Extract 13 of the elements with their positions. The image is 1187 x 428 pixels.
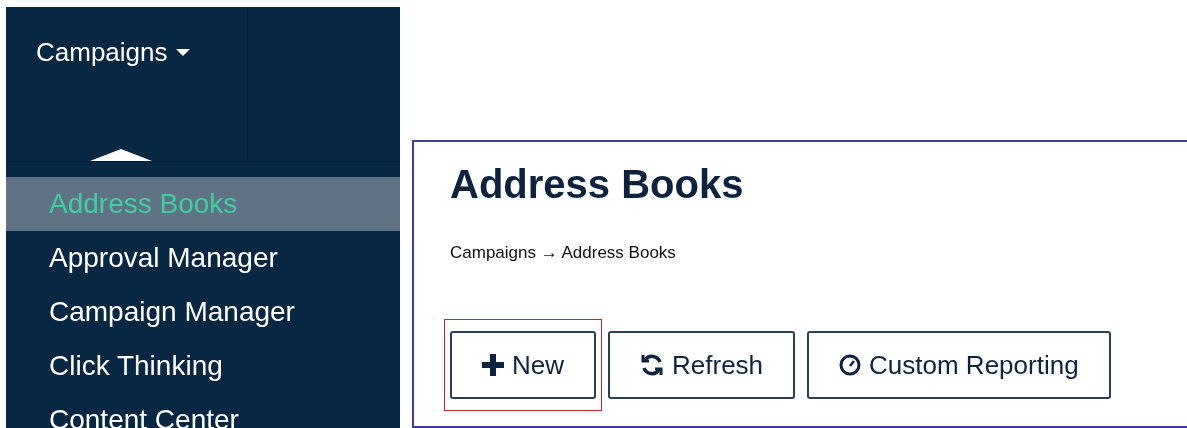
page-title: Address Books — [450, 162, 745, 207]
breadcrumb: Campaigns → Address Books — [450, 243, 677, 263]
plus-icon — [482, 354, 504, 376]
nav-item[interactable]: Click Thinking — [6, 339, 400, 393]
refresh-icon — [640, 353, 664, 377]
nav-item[interactable]: Approval Manager — [6, 231, 400, 285]
gauge-icon — [839, 354, 862, 376]
nav-menu[interactable]: Campaigns — [36, 37, 190, 68]
nav-item[interactable]: Campaign Manager — [6, 285, 400, 339]
new-button[interactable]: New — [450, 331, 596, 399]
refresh-button[interactable]: Refresh — [608, 331, 796, 399]
report-button[interactable]: Custom Reporting — [807, 331, 1111, 399]
caret-down-icon — [175, 48, 190, 57]
